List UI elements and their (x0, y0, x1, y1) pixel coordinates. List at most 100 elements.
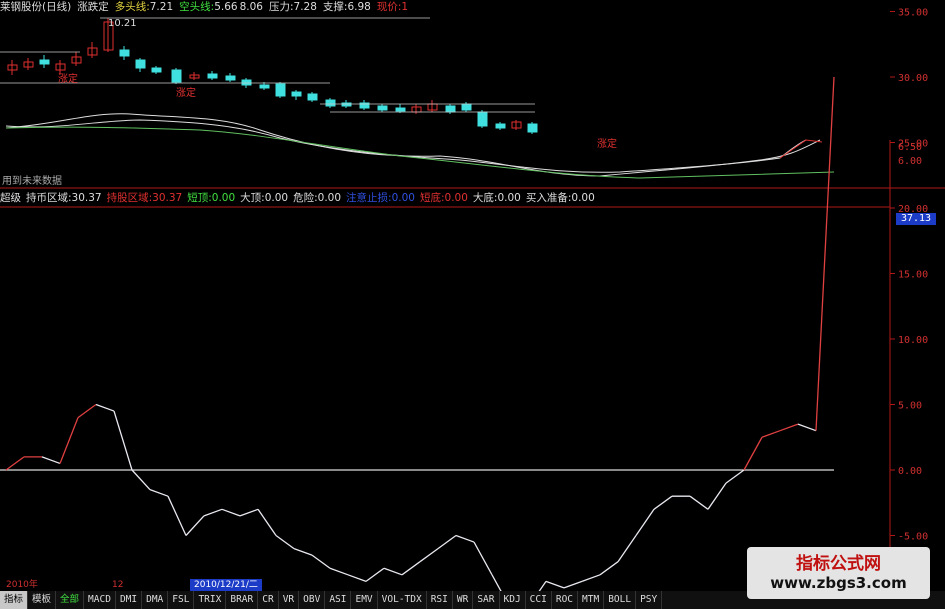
candle-body (527, 123, 538, 133)
tab-rsi[interactable]: RSI (427, 591, 453, 609)
tab-obv[interactable]: OBV (299, 591, 326, 609)
tab-macd[interactable]: MACD (84, 591, 116, 609)
high-price-label: 10.21 (108, 18, 137, 29)
indicator-segment (725, 469, 745, 484)
tab-brar[interactable]: BRAR (226, 591, 259, 609)
tab-cci[interactable]: CCI (526, 591, 552, 609)
danger-value: 0.00 (317, 192, 342, 204)
indicator-axis-tick: 25.00 (898, 139, 928, 150)
tab-vol-tdx[interactable]: VOL-TDX (378, 591, 427, 609)
indicator-segment (437, 534, 457, 550)
candle-body (151, 67, 162, 73)
candle-body (341, 102, 352, 107)
candle-body (225, 75, 236, 81)
moving-average-line (5, 126, 835, 179)
tab-kdj[interactable]: KDJ (500, 591, 526, 609)
tab-指标[interactable]: 指标 (0, 591, 29, 609)
indicator-segment (275, 534, 295, 550)
future-data-note: 用到未来数据 (2, 174, 62, 187)
watermark-title: 指标公式网 (796, 554, 881, 574)
big-top-value: 0.00 (264, 192, 289, 204)
tab-psy[interactable]: PSY (636, 591, 663, 609)
short-bottom-value: 0.00 (444, 192, 468, 204)
tab-wr[interactable]: WR (453, 591, 474, 609)
indicator-segment (617, 535, 637, 563)
candle-body (395, 107, 406, 112)
indicator-segment (203, 508, 223, 517)
tab-trix[interactable]: TRIX (194, 591, 227, 609)
indicator-segment (311, 554, 331, 569)
candle-body (39, 59, 50, 65)
indicator-segment (707, 482, 727, 510)
indicator-segment (779, 423, 799, 432)
indicator-segment (383, 567, 403, 576)
indicator-segment (599, 561, 619, 576)
hold-cash-value: 30.37 (71, 192, 102, 204)
indicator-segment (131, 469, 151, 491)
indicator-segment (797, 423, 817, 432)
indicator-axis-tick: 35.00 (898, 8, 928, 19)
candle-body (135, 59, 146, 69)
indicator-axis-tick: 10.00 (898, 335, 928, 346)
indicator-segment (5, 456, 25, 471)
indicator-segment (149, 489, 169, 497)
attention-value: 0.00 (391, 192, 415, 204)
buy-prep-label: 买入准备: (525, 192, 572, 204)
chart-canvas[interactable]: 6.50 6.00 10.21 涨定 涨定 涨定 用到未来数据 40.0035.… (0, 0, 945, 609)
indicator-axis-tick: 15.00 (898, 270, 928, 281)
tab-cr[interactable]: CR (258, 591, 279, 609)
annotation-1: 涨定 (58, 72, 78, 85)
indicator-axis-tick: -5.00 (898, 532, 928, 543)
indicator-segment (455, 534, 475, 543)
candle-body (445, 105, 456, 113)
indicator-segment (635, 508, 655, 536)
tab-roc[interactable]: ROC (552, 591, 579, 609)
indicator-segment (239, 508, 259, 517)
indicator-segment (41, 456, 61, 465)
indicator-axis-tick: 30.00 (898, 73, 928, 84)
indicator-segment (293, 547, 313, 556)
current-indicator-value: 37.13 (896, 213, 936, 225)
hold-stock-value: 30.37 (152, 192, 183, 204)
attention-label: 注意止损: (346, 192, 392, 204)
candle-body (291, 91, 302, 97)
tab-vr[interactable]: VR (279, 591, 300, 609)
selected-date[interactable]: 2010/12/21/二 (190, 579, 262, 591)
tab-mtm[interactable]: MTM (578, 591, 605, 609)
indicator-segment (815, 76, 835, 431)
tab-asi[interactable]: ASI (325, 591, 352, 609)
tab-dma[interactable]: DMA (142, 591, 169, 609)
indicator-segment (95, 403, 115, 412)
indicator-segment (653, 495, 673, 510)
indicator-segment (113, 410, 133, 471)
tab-boll[interactable]: BOLL (604, 591, 637, 609)
big-bottom-value: 0.00 (497, 192, 521, 204)
candle-body (171, 69, 182, 83)
candle-body (495, 123, 506, 129)
tab-sar[interactable]: SAR (473, 591, 500, 609)
tab-全部[interactable]: 全部 (56, 591, 85, 609)
indicator-axis: 40.0035.0030.0025.0020.0015.0010.005.000… (890, 8, 934, 608)
tab-模板[interactable]: 模板 (28, 591, 57, 609)
tab-dmi[interactable]: DMI (116, 591, 143, 609)
candle-body (477, 111, 488, 127)
indicator-segment (77, 403, 97, 419)
big-top-label: 大顶: (240, 192, 265, 204)
indicator-segment (221, 508, 241, 517)
short-bottom-label: 短底: (419, 192, 445, 204)
candle-body (377, 105, 388, 111)
candle-body (275, 83, 286, 97)
price-axis-tick: 6.00 (898, 156, 922, 167)
year-label: 2010年 (6, 580, 38, 590)
indicator-segment (419, 548, 439, 563)
watermark-url: www.zbgs3.com (770, 574, 907, 592)
moving-averages (5, 113, 835, 179)
tab-fsl[interactable]: FSL (168, 591, 195, 609)
candle-body (307, 93, 318, 101)
indicator-segment (185, 515, 205, 536)
indicator-segment (167, 495, 187, 536)
candle-body (325, 99, 336, 107)
danger-label: 危险: (293, 192, 318, 204)
tab-emv[interactable]: EMV (351, 591, 378, 609)
indicator-segment (59, 417, 79, 464)
